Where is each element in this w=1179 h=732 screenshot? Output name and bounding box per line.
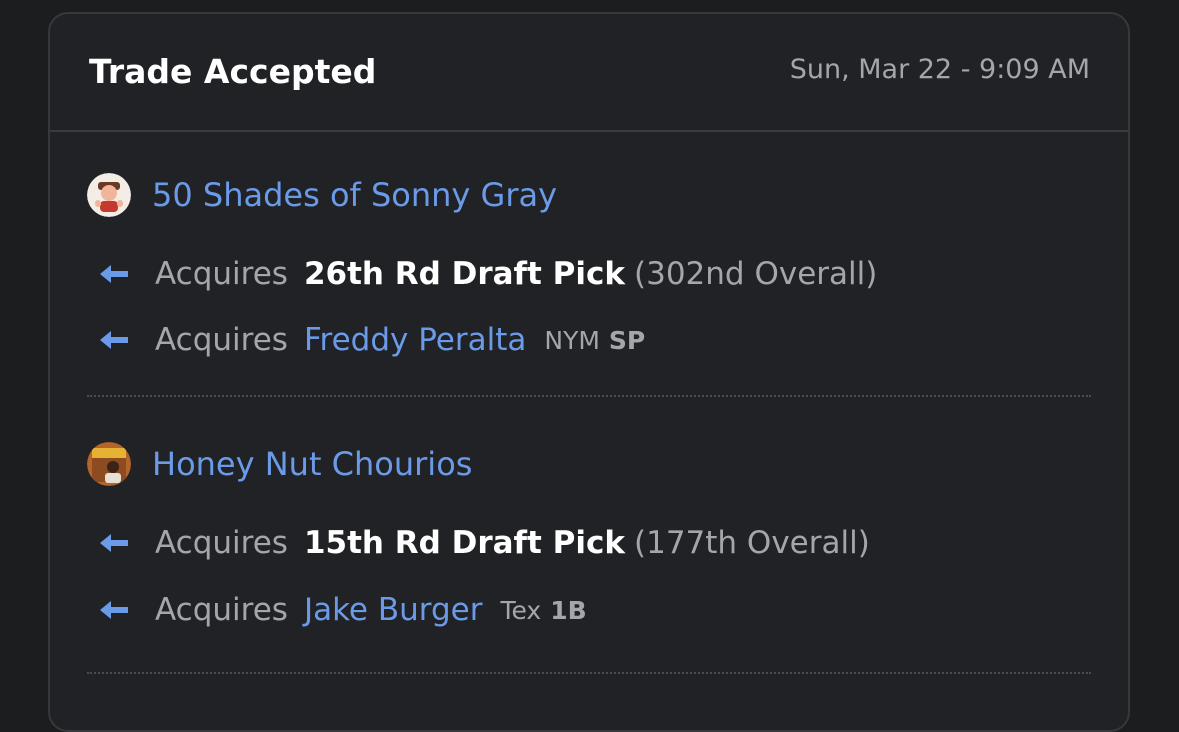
trade-card-header: Trade Accepted Sun, Mar 22 - 9:09 AM <box>50 14 1128 132</box>
acquisition-row: Acquires 15th Rd Draft Pick (177th Overa… <box>97 521 870 565</box>
player-team: Tex <box>500 595 542 625</box>
acquisition-row: Acquires 26th Rd Draft Pick (302nd Overa… <box>97 252 877 296</box>
draft-pick-label: 26th Rd Draft Pick <box>303 256 625 292</box>
acquisition-row: Acquires Freddy Peralta NYM SP <box>97 318 645 362</box>
team-avatar-cereal-box-icon <box>87 442 131 486</box>
player-name-link[interactable]: Jake Burger <box>304 592 483 628</box>
arrow-left-icon <box>100 331 128 349</box>
trade-title: Trade Accepted <box>89 52 377 91</box>
team-row[interactable]: 50 Shades of Sonny Gray <box>87 171 557 219</box>
draft-pick-overall: (177th Overall) <box>634 525 870 561</box>
player-name-link[interactable]: Freddy Peralta <box>304 322 526 358</box>
trade-card: Trade Accepted Sun, Mar 22 - 9:09 AM 50 … <box>48 12 1130 732</box>
player-position: SP <box>608 325 646 355</box>
acquires-label: Acquires <box>155 256 288 292</box>
player-position: 1B <box>550 595 587 625</box>
team-row[interactable]: Honey Nut Chourios <box>87 440 472 488</box>
acquires-label: Acquires <box>155 525 288 561</box>
arrow-left-icon <box>100 601 128 619</box>
draft-pick-overall: (302nd Overall) <box>634 256 878 292</box>
team-name-link[interactable]: Honey Nut Chourios <box>152 445 472 483</box>
team-avatar[interactable] <box>87 173 131 217</box>
acquires-label: Acquires <box>155 592 288 628</box>
arrow-left-icon <box>100 265 128 283</box>
arrow-left-icon <box>100 534 128 552</box>
draft-pick-label: 15th Rd Draft Pick <box>303 525 625 561</box>
player-team: NYM <box>544 325 600 355</box>
section-divider <box>87 395 1091 397</box>
team-avatar[interactable] <box>87 442 131 486</box>
acquisition-row: Acquires Jake Burger Tex 1B <box>97 588 587 632</box>
trade-timestamp: Sun, Mar 22 - 9:09 AM <box>789 54 1090 85</box>
acquires-label: Acquires <box>155 322 288 358</box>
section-divider <box>87 672 1091 674</box>
team-name-link[interactable]: 50 Shades of Sonny Gray <box>152 176 557 214</box>
team-avatar-cartoon-icon <box>87 173 131 217</box>
